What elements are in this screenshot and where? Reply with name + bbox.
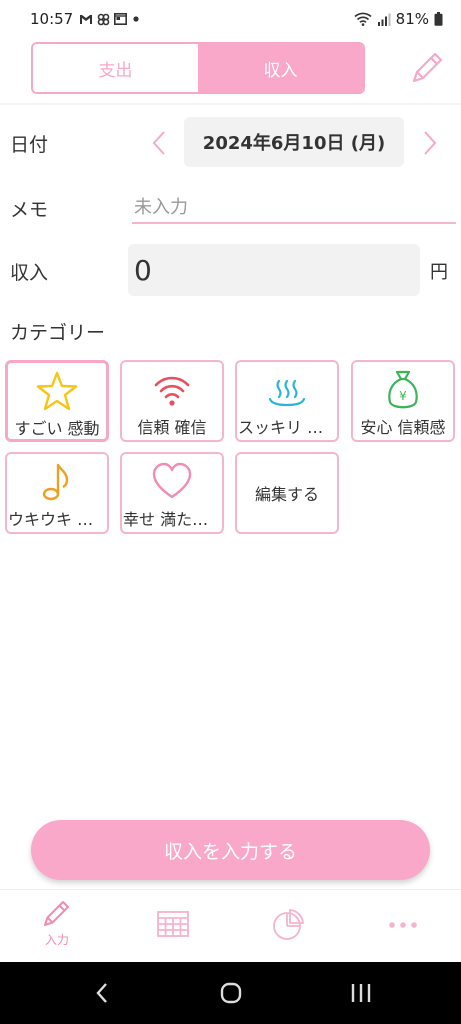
status-right: 81% [354, 10, 443, 28]
status-time: 10:57 [30, 10, 74, 28]
tab-input[interactable]: 入力 [17, 896, 97, 956]
tab-more[interactable] [363, 896, 443, 956]
back-icon [96, 983, 107, 1003]
category-item[interactable]: 信頼 確信 [120, 360, 224, 442]
category-label-text: 信頼 確信 [137, 418, 207, 437]
star-icon [35, 369, 79, 413]
notification-icons [79, 13, 141, 26]
category-label-text: スッキリ 爽快 [238, 418, 336, 437]
submit-income-button[interactable]: 収入を入力する [31, 820, 430, 880]
amount-input[interactable]: 0 [128, 244, 420, 296]
wifi-icon [354, 12, 372, 26]
category-label-text: すごい 感動 [14, 419, 100, 438]
home-icon [220, 982, 242, 1004]
recents-icon [351, 984, 371, 1002]
category-item[interactable]: ¥ 安心 信頼感 [351, 360, 455, 442]
chevron-left-icon [152, 131, 165, 155]
date-picker[interactable]: 2024年6月10日 (月) [184, 117, 404, 167]
svg-text:¥: ¥ [399, 389, 407, 403]
gmail-icon [80, 14, 93, 24]
calendar-icon [114, 13, 128, 25]
date-next-button[interactable] [415, 124, 445, 162]
tab-chart[interactable] [248, 896, 328, 956]
type-segmented-control: 支出 収入 [31, 42, 365, 94]
hot-spring-icon [265, 368, 309, 412]
status-bar: 10:57 81% [0, 0, 461, 38]
date-label: 日付 [10, 134, 49, 156]
date-prev-button[interactable] [144, 124, 174, 162]
tabbar-divider [0, 889, 461, 890]
edit-categories-label: 編集する [254, 485, 319, 504]
category-item[interactable]: スッキリ 爽快 [235, 360, 339, 442]
chevron-right-icon [424, 131, 437, 155]
currency-unit: 円 [430, 262, 448, 283]
heart-icon [150, 460, 194, 504]
memo-input[interactable]: 未入力 [132, 190, 456, 224]
signal-icon [377, 13, 391, 26]
category-item[interactable]: 幸せ 満たされる [120, 452, 224, 534]
category-label: カテゴリー [10, 322, 106, 344]
status-left: 10:57 [30, 10, 141, 28]
category-label-text: ウキウキ 楽しい [8, 510, 106, 529]
tab-calendar[interactable] [133, 896, 213, 956]
memo-label: メモ [10, 199, 49, 221]
category-label-text: 安心 信頼感 [360, 418, 446, 437]
pencil-icon [412, 52, 443, 83]
nav-recents-button[interactable] [343, 976, 379, 1010]
amount-label: 収入 [10, 262, 49, 284]
fan-icon [97, 13, 110, 25]
calendar-icon [157, 911, 189, 937]
category-item[interactable]: ウキウキ 楽しい [5, 452, 109, 534]
category-label-text: 幸せ 満たされる [123, 510, 221, 529]
tab-input-label: 入力 [44, 933, 69, 947]
pie-chart-icon [273, 909, 304, 940]
wifi-icon [150, 368, 194, 412]
battery-icon [434, 12, 443, 26]
category-item[interactable]: すごい 感動 [5, 360, 109, 442]
edit-categories-button[interactable]: 編集する [235, 452, 339, 534]
header-divider [0, 103, 461, 105]
money-bag-icon: ¥ [381, 368, 425, 412]
battery-percent: 81% [395, 10, 429, 28]
nav-home-button[interactable] [213, 976, 249, 1010]
tab-income[interactable]: 収入 [198, 44, 363, 92]
dot-icon [133, 16, 139, 22]
nav-back-button[interactable] [84, 976, 120, 1010]
edit-button[interactable] [408, 47, 448, 87]
tab-expense[interactable]: 支出 [33, 44, 198, 92]
music-note-icon [35, 460, 79, 504]
more-icon [389, 922, 417, 928]
pencil-icon [44, 901, 69, 926]
